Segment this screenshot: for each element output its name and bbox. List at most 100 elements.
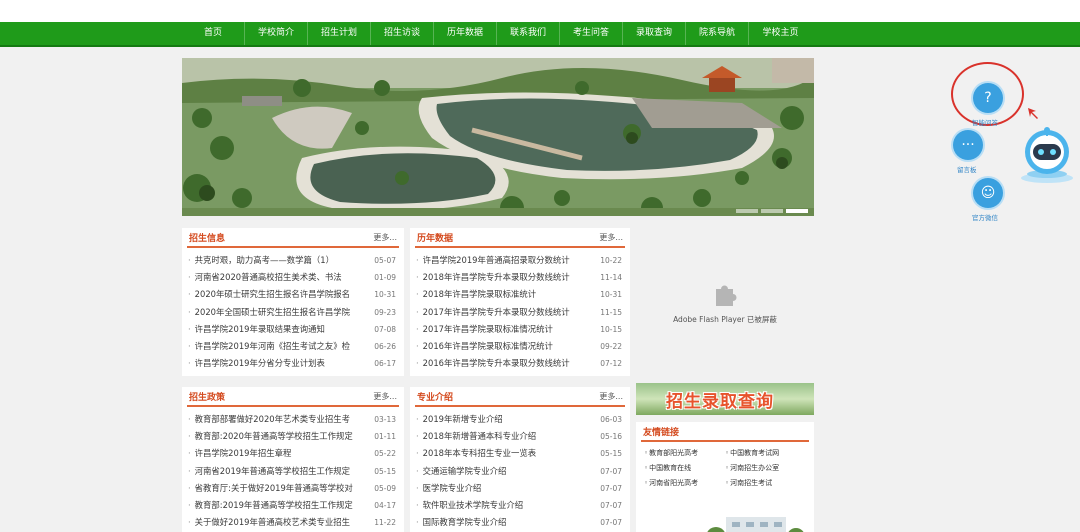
news-item[interactable]: 省教育厅:关于做好2019年普通高等学校对 05-09 <box>188 480 396 497</box>
nav-item[interactable]: 历年数据 <box>434 22 497 45</box>
news-item[interactable]: 2016年许昌学院专升本录取分数线统计 07-12 <box>416 355 622 372</box>
news-item-title[interactable]: 2019年新增专业介绍 <box>416 411 596 428</box>
news-item-title[interactable]: 2018年许昌学院录取标准统计 <box>416 286 596 303</box>
news-item-date: 06-03 <box>600 415 622 424</box>
news-item[interactable]: 教育部:2019年普通高等学校招生工作规定 04-17 <box>188 497 396 514</box>
nav-item[interactable]: 录取查询 <box>623 22 686 45</box>
news-item[interactable]: 2018年许昌学院录取标准统计 10-31 <box>416 286 622 303</box>
friend-link[interactable]: 河南招生考试 <box>725 478 806 488</box>
news-item-date: 05-15 <box>600 449 622 459</box>
more-link[interactable]: 更多... <box>373 391 397 402</box>
news-item[interactable]: 许昌学院2019年招生章程 05-22 <box>188 445 396 462</box>
news-item-title[interactable]: 省教育厅:关于做好2019年普通高等学校对 <box>188 480 368 497</box>
news-item[interactable]: 许昌学院2019年普通高招录取分数统计 10-22 <box>416 252 622 269</box>
news-item-title[interactable]: 2018年新增普通本科专业介绍 <box>416 428 596 445</box>
news-item[interactable]: 2020年全国硕士研究生招生报名许昌学院 09-23 <box>188 304 396 321</box>
smart-qa-button[interactable]: ? <box>973 83 1003 113</box>
news-item[interactable]: 2018年许昌学院专升本录取分数线统计 11-14 <box>416 269 622 286</box>
news-item[interactable]: 许昌学院2019年分省分专业计划表 06-17 <box>188 355 396 372</box>
news-item-title[interactable]: 2018年许昌学院专升本录取分数线统计 <box>416 269 596 286</box>
more-link[interactable]: 更多... <box>599 232 623 243</box>
top-white-bar <box>0 0 1080 22</box>
news-item-title[interactable]: 许昌学院2019年普通高招录取分数统计 <box>416 252 596 269</box>
panel-admission-info: 招生信息 更多... 共克时艰，助力高考——数学篇（1） 05-07 河南省2020… <box>182 228 404 376</box>
panel-header: 招生信息 更多... <box>187 228 399 248</box>
news-item[interactable]: 教育部部署做好2020年艺术类专业招生考 03-13 <box>188 411 396 428</box>
news-item[interactable]: 2020年硕士研究生招生报名许昌学院报名 10-31 <box>188 286 396 303</box>
robot-assistant[interactable] <box>1018 124 1076 184</box>
campus-banner[interactable] <box>182 58 814 216</box>
friend-link[interactable]: 中国教育在线 <box>644 463 725 473</box>
news-item[interactable]: 河南省2019年普通高等学校招生工作规定 05-15 <box>188 463 396 480</box>
nav-item[interactable]: 联系我们 <box>497 22 560 45</box>
news-item[interactable]: 关于做好2019年普通高校艺术类专业招生 11-22 <box>188 514 396 531</box>
news-item[interactable]: 国际教育学院专业介绍 07-07 <box>416 514 622 531</box>
news-item[interactable]: 河南省2020普通高校招生美术类、书法 01-09 <box>188 269 396 286</box>
news-item[interactable]: 许昌学院2019年河南《招生考试之友》检 06-26 <box>188 338 396 355</box>
news-item-title[interactable]: 医学院专业介绍 <box>416 480 596 497</box>
news-item[interactable]: 2016年许昌学院录取标准情况统计 09-22 <box>416 338 622 355</box>
news-item-title[interactable]: 许昌学院2019年录取结果查询通知 <box>188 321 368 338</box>
friend-link[interactable]: 河南省阳光高考 <box>644 478 725 488</box>
slide-dot[interactable] <box>761 209 783 213</box>
nav-item[interactable]: 招生访谈 <box>371 22 434 45</box>
news-item-title[interactable]: 2018年本专科招生专业一览表 <box>416 445 596 462</box>
admission-query-banner[interactable]: 招生录取查询 <box>636 383 814 415</box>
news-item[interactable]: 教育部:2020年普通高等学校招生工作规定 01-11 <box>188 428 396 445</box>
news-item-title[interactable]: 许昌学院2019年招生章程 <box>188 445 368 462</box>
news-item[interactable]: 许昌学院2019年录取结果查询通知 07-08 <box>188 321 396 338</box>
panel-title: 友情链接 <box>643 428 680 438</box>
friend-link[interactable]: 教育部阳光高考 <box>644 448 725 458</box>
panel-history-data: 历年数据 更多... 许昌学院2019年普通高招录取分数统计 10-22 2018年… <box>410 228 630 376</box>
news-item[interactable]: 2019年新增专业介绍 06-03 <box>416 411 622 428</box>
panel-header: 历年数据 更多... <box>415 228 625 248</box>
news-item-title[interactable]: 交通运输学院专业介绍 <box>416 463 596 480</box>
news-item[interactable]: 软件职业技术学院专业介绍 07-07 <box>416 497 622 514</box>
news-item-title[interactable]: 2016年许昌学院专升本录取分数线统计 <box>416 355 596 372</box>
nav-item[interactable]: 学校主页 <box>749 22 812 45</box>
news-item-title[interactable]: 2020年硕士研究生招生报名许昌学院报名 <box>188 286 368 303</box>
more-link[interactable]: 更多... <box>373 232 397 243</box>
news-item-title[interactable]: 教育部部署做好2020年艺术类专业招生考 <box>188 411 368 428</box>
slide-dot[interactable] <box>736 209 758 213</box>
news-item-title[interactable]: 河南省2019年普通高等学校招生工作规定 <box>188 463 368 480</box>
flash-placeholder: Adobe Flash Player 已被屏蔽 <box>636 228 814 376</box>
news-item-title[interactable]: 教育部:2019年普通高等学校招生工作规定 <box>188 497 368 514</box>
news-list: 共克时艰，助力高考——数学篇（1） 05-07 河南省2020普通高校招生美术类、书… <box>182 252 404 372</box>
news-item-title[interactable]: 软件职业技术学院专业介绍 <box>416 497 596 514</box>
slide-dot-active[interactable] <box>786 209 808 213</box>
news-item-title[interactable]: 关于做好2019年普通高校艺术类专业招生 <box>188 514 368 531</box>
nav-item[interactable]: 学校简介 <box>245 22 308 45</box>
friend-link[interactable]: 中国教育考试网 <box>725 448 806 458</box>
news-item-title[interactable]: 许昌学院2019年河南《招生考试之友》检 <box>188 338 368 355</box>
nav-item[interactable]: 首页 <box>182 22 245 45</box>
news-item-date: 11-22 <box>374 518 396 528</box>
news-item[interactable]: 2018年本专科招生专业一览表 05-15 <box>416 445 622 462</box>
news-item-date: 11-14 <box>600 273 622 283</box>
news-item[interactable]: 2017年许昌学院录取标准情况统计 10-15 <box>416 321 622 338</box>
news-item-title[interactable]: 2016年许昌学院录取标准情况统计 <box>416 338 596 355</box>
news-item-title[interactable]: 2017年许昌学院专升本录取分数线统计 <box>416 304 596 321</box>
news-item[interactable]: 2018年新增普通本科专业介绍 05-16 <box>416 428 622 445</box>
news-item-title[interactable]: 国际教育学院专业介绍 <box>416 514 596 531</box>
news-item-title[interactable]: 2020年全国硕士研究生招生报名许昌学院 <box>188 304 368 321</box>
nav-item[interactable]: 考生问答 <box>560 22 623 45</box>
wechat-button[interactable]: ☺ <box>973 178 1003 208</box>
news-item-title[interactable]: 2017年许昌学院录取标准情况统计 <box>416 321 596 338</box>
panel-title: 历年数据 <box>417 234 454 244</box>
friend-links-list: 教育部阳光高考中国教育考试网中国教育在线河南招生办公室河南省阳光高考河南招生考试 <box>636 448 814 488</box>
news-item[interactable]: 医学院专业介绍 07-07 <box>416 480 622 497</box>
nav-item[interactable]: 招生计划 <box>308 22 371 45</box>
news-item-date: 07-07 <box>600 483 622 493</box>
more-link[interactable]: 更多... <box>599 391 623 402</box>
nav-item[interactable]: 院系导航 <box>686 22 749 45</box>
news-item-title[interactable]: 河南省2020普通高校招生美术类、书法 <box>188 269 368 286</box>
news-item[interactable]: 共克时艰，助力高考——数学篇（1） 05-07 <box>188 252 396 269</box>
news-item-title[interactable]: 教育部:2020年普通高等学校招生工作规定 <box>188 428 368 445</box>
news-item-title[interactable]: 共克时艰，助力高考——数学篇（1） <box>188 252 368 269</box>
news-item[interactable]: 2017年许昌学院专升本录取分数线统计 11-15 <box>416 304 622 321</box>
news-item-title[interactable]: 许昌学院2019年分省分专业计划表 <box>188 355 368 372</box>
news-item[interactable]: 交通运输学院专业介绍 07-07 <box>416 463 622 480</box>
message-board-button[interactable]: ··· <box>953 130 983 160</box>
friend-link[interactable]: 河南招生办公室 <box>725 463 806 473</box>
